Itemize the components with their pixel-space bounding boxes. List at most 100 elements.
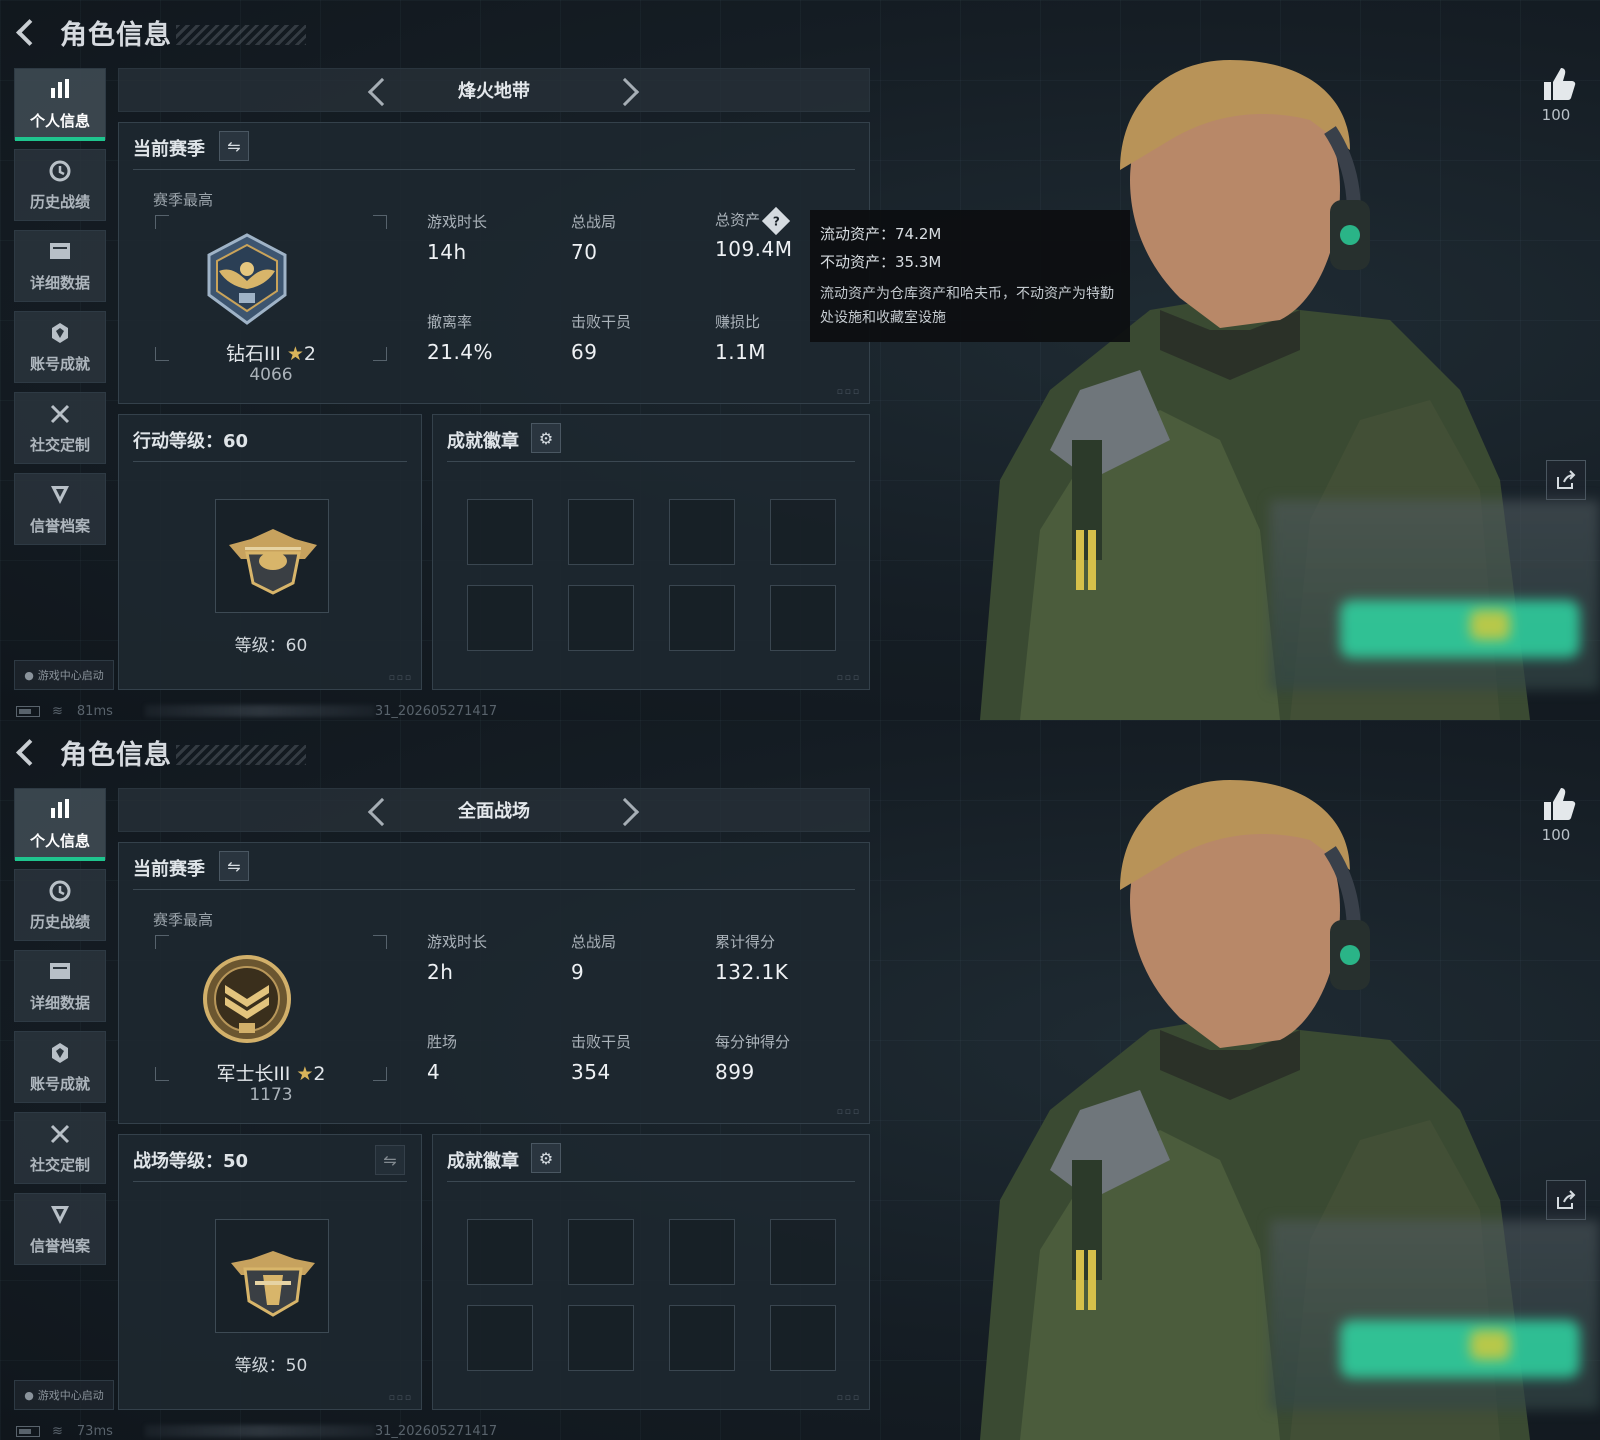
badge-slot[interactable] (770, 585, 836, 651)
corner-decoration: ▫▫▫ (836, 1393, 861, 1403)
rank-score: 4066 (249, 365, 293, 385)
badge-slot[interactable] (669, 1219, 735, 1285)
assets-tooltip: 流动资产：74.2M 不动资产：35.3M 流动资产为仓库资产和哈夫币，不动资产… (810, 210, 1130, 342)
gear-icon[interactable]: ⚙ (531, 423, 561, 453)
sidebar-item-label: 社交定制 (29, 435, 90, 454)
page-header: 角色信息 (14, 12, 306, 52)
sidebar-item-label: 个人信息 (29, 111, 90, 130)
sidebar-item-label: 详细数据 (29, 993, 90, 1012)
badge-slot[interactable] (467, 1219, 533, 1285)
divider (133, 889, 855, 890)
sidebar-item-history[interactable]: 历史战绩 (14, 149, 106, 221)
sidebar-item-reputation[interactable]: 信誉档案 (14, 1193, 106, 1265)
version-label: 31_202605271417 (374, 703, 498, 719)
sidebar-item-personal-info[interactable]: 个人信息 (14, 68, 106, 141)
season-title: 当前赛季 (133, 859, 205, 880)
badge-slot[interactable] (669, 1305, 735, 1371)
stat-score-per-minute: 每分钟得分 899 (715, 1033, 791, 1084)
level-caption: 等级：50 (234, 1356, 308, 1376)
divider (133, 461, 407, 462)
rank-name-row: 军士长III ★2 (155, 1059, 387, 1086)
achievement-icon (48, 1041, 72, 1069)
help-icon[interactable]: ? (761, 206, 791, 235)
helicopter-level-emblem-icon (229, 529, 317, 595)
bar-chart-icon (49, 78, 71, 106)
operation-level-panel: 行动等级：60 等级：60 ▫▫▫ (118, 414, 422, 690)
screen-extraction-mode: 角色信息 个人信息 历史战绩 详细数据 账号成就 社交定制 信誉档案 ● 游戏中… (0, 0, 1600, 720)
version-label: 31_202605271417 (374, 1423, 498, 1439)
back-arrow-icon[interactable] (14, 738, 42, 766)
corner-decoration: ▫▫▫ (836, 673, 861, 683)
share-icon[interactable] (1546, 460, 1586, 500)
sidebar-item-personal-info[interactable]: 个人信息 (14, 788, 106, 861)
stat-wins: 胜场 4 (427, 1033, 458, 1084)
tools-icon (48, 402, 72, 430)
back-arrow-icon[interactable] (14, 18, 42, 46)
star-icon: ★ (296, 1063, 314, 1085)
title-decoration (176, 25, 306, 45)
user-icon: ● (24, 668, 34, 682)
sidebar-item-social[interactable]: 社交定制 (14, 1112, 106, 1184)
achievement-badges-panel: 成就徽章 ⚙ ▫▫▫ (432, 414, 870, 690)
swap-icon[interactable]: ⇋ (375, 1145, 405, 1175)
battery-icon (16, 1425, 40, 1437)
page-title: 角色信息 (60, 739, 172, 771)
mode-selector: 烽火地带 (118, 68, 870, 112)
badge-slot[interactable] (467, 585, 533, 651)
next-mode-button[interactable] (607, 789, 651, 833)
sidebar-item-label: 账号成就 (29, 1074, 90, 1093)
divider (447, 461, 855, 462)
shield-icon (48, 483, 72, 511)
folder-icon (48, 240, 72, 268)
previous-mode-button[interactable] (354, 789, 398, 833)
sidebar-item-detailed-data[interactable]: 详细数据 (14, 230, 106, 302)
sidebar-item-label: 账号成就 (29, 354, 90, 373)
badge-slot[interactable] (568, 585, 634, 651)
badge-slot[interactable] (770, 1305, 836, 1371)
clock-icon (48, 159, 72, 187)
badge-slot[interactable] (669, 585, 735, 651)
badge-slot[interactable] (467, 499, 533, 565)
swap-icon[interactable]: ⇋ (219, 851, 249, 881)
share-icon[interactable] (1546, 1180, 1586, 1220)
badge-slot[interactable] (568, 1305, 634, 1371)
season-panel: 当前赛季 ⇋ 赛季最高 钻石III ★2 4066 游戏时长 14h 总战局 7… (118, 122, 870, 404)
battlefield-level-emblem-icon (231, 1251, 315, 1317)
clock-icon (48, 879, 72, 907)
level-emblem-frame (215, 499, 329, 613)
sidebar-item-label: 个人信息 (29, 831, 90, 850)
battery-icon (16, 705, 40, 717)
corner-decoration: ▫▫▫ (388, 673, 413, 683)
season-panel: 当前赛季 ⇋ 赛季最高 军士长III ★2 1173 游戏时长 2h 总战局 9… (118, 842, 870, 1124)
thumbs-up-icon[interactable] (1538, 784, 1578, 824)
previous-mode-button[interactable] (354, 69, 398, 113)
sidebar-item-achievements[interactable]: 账号成就 (14, 311, 106, 383)
thumbs-up-icon[interactable] (1538, 64, 1578, 104)
corner-decoration: ▫▫▫ (836, 387, 861, 397)
sidebar-item-label: 信誉档案 (29, 516, 90, 535)
sidebar-item-history[interactable]: 历史战绩 (14, 869, 106, 941)
stat-playtime: 游戏时长 14h (427, 213, 488, 264)
stat-kills: 击败干员 69 (571, 313, 632, 364)
season-title: 当前赛季 (133, 139, 205, 160)
sidebar-item-achievements[interactable]: 账号成就 (14, 1031, 106, 1103)
badge-slot[interactable] (467, 1305, 533, 1371)
badge-slot[interactable] (568, 499, 634, 565)
swap-icon[interactable]: ⇋ (219, 131, 249, 161)
badge-slot[interactable] (568, 1219, 634, 1285)
bar-chart-icon (49, 798, 71, 826)
gear-icon[interactable]: ⚙ (531, 1143, 561, 1173)
sidebar-item-label: 社交定制 (29, 1155, 90, 1174)
sidebar-item-label: 详细数据 (29, 273, 90, 292)
badge-slot[interactable] (770, 499, 836, 565)
sidebar-item-detailed-data[interactable]: 详细数据 (14, 950, 106, 1022)
sidebar-item-social[interactable]: 社交定制 (14, 392, 106, 464)
sidebar-item-reputation[interactable]: 信誉档案 (14, 473, 106, 545)
badge-slot[interactable] (770, 1219, 836, 1285)
sidebar-item-label: 历史战绩 (29, 192, 90, 211)
star-icon: ★ (286, 343, 304, 365)
badge-slot[interactable] (669, 499, 735, 565)
like-count: 100 (1541, 826, 1571, 844)
title-decoration (176, 745, 306, 765)
next-mode-button[interactable] (607, 69, 651, 113)
